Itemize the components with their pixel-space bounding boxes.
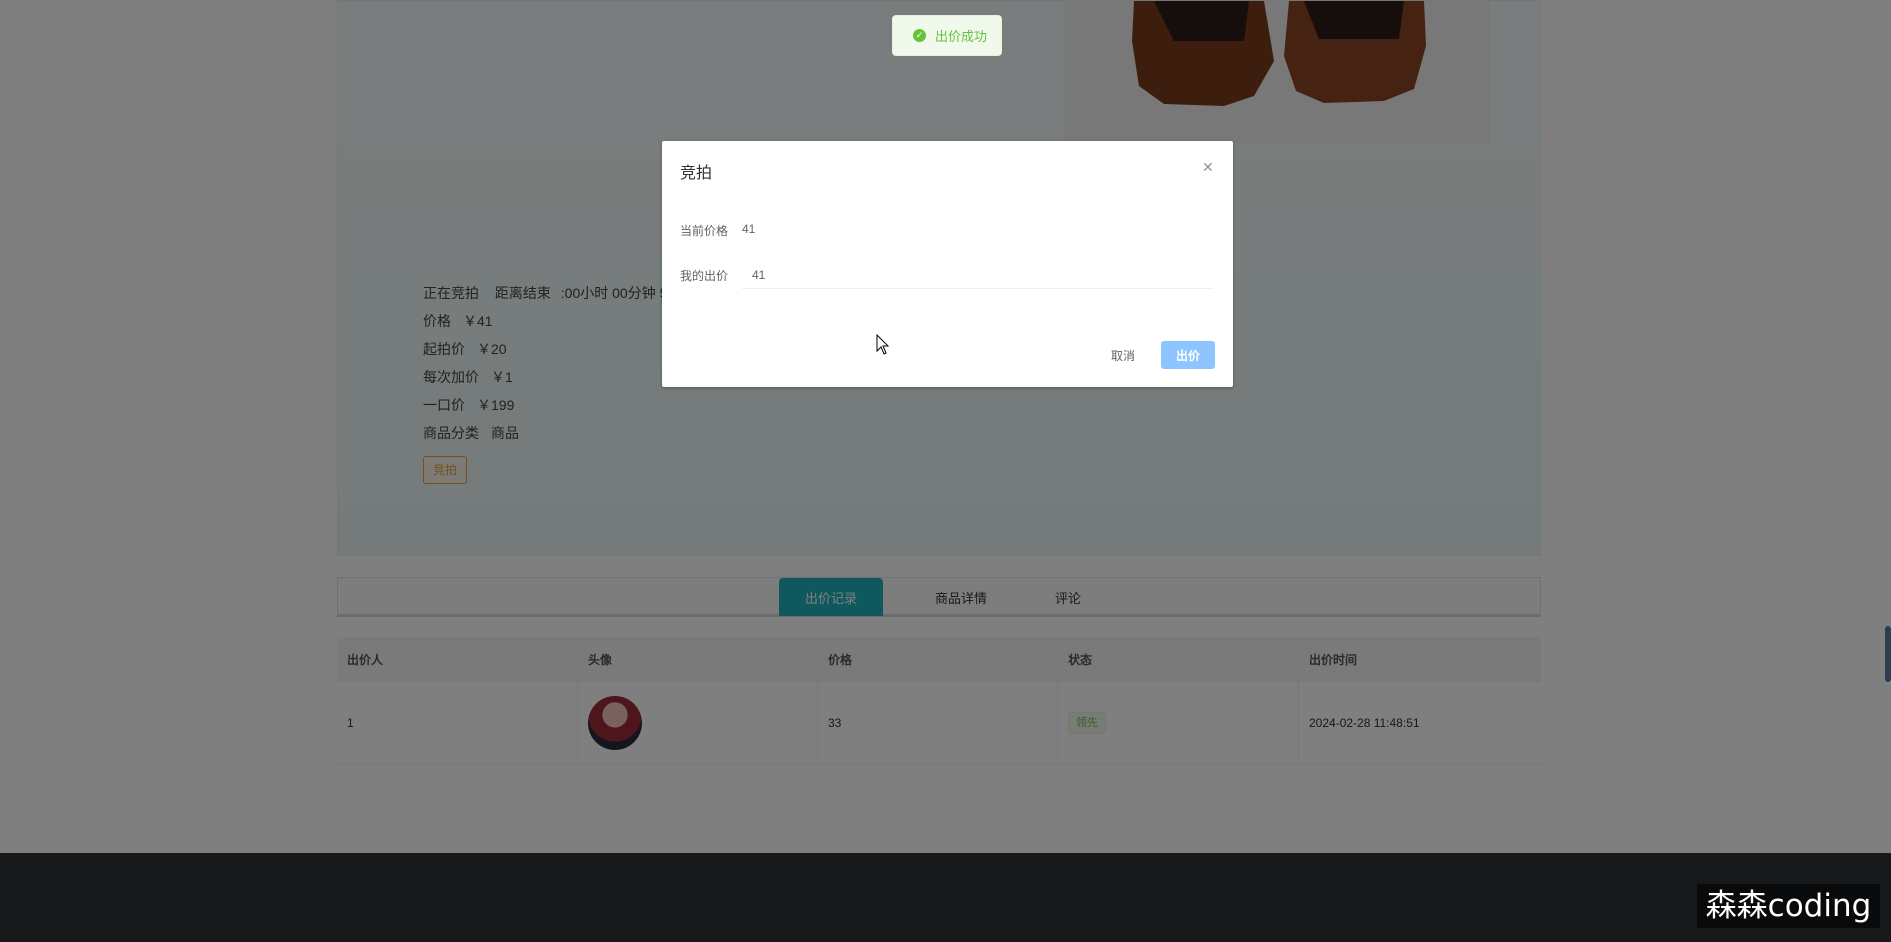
current-price-value: 41 bbox=[742, 222, 756, 236]
bid-dialog: 竞拍 ✕ 当前价格 41 我的出价 取消 出价 bbox=[662, 141, 1233, 387]
scrollbar-handle[interactable] bbox=[1885, 626, 1891, 682]
toast-message: 出价成功 bbox=[935, 29, 988, 44]
cancel-button[interactable]: 取消 bbox=[1095, 341, 1151, 369]
success-toast: ✓ 出价成功 bbox=[892, 15, 1002, 56]
my-bid-label: 我的出价 bbox=[680, 269, 729, 283]
submit-bid-button[interactable]: 出价 bbox=[1161, 341, 1215, 369]
mouse-cursor-icon bbox=[876, 334, 890, 355]
close-icon[interactable]: ✕ bbox=[1202, 160, 1214, 174]
watermark: 森森coding bbox=[1697, 884, 1880, 928]
check-circle-icon: ✓ bbox=[913, 29, 926, 42]
my-bid-input[interactable] bbox=[742, 261, 1213, 289]
current-price-label: 当前价格 bbox=[680, 224, 729, 238]
dialog-title: 竞拍 bbox=[680, 165, 713, 182]
